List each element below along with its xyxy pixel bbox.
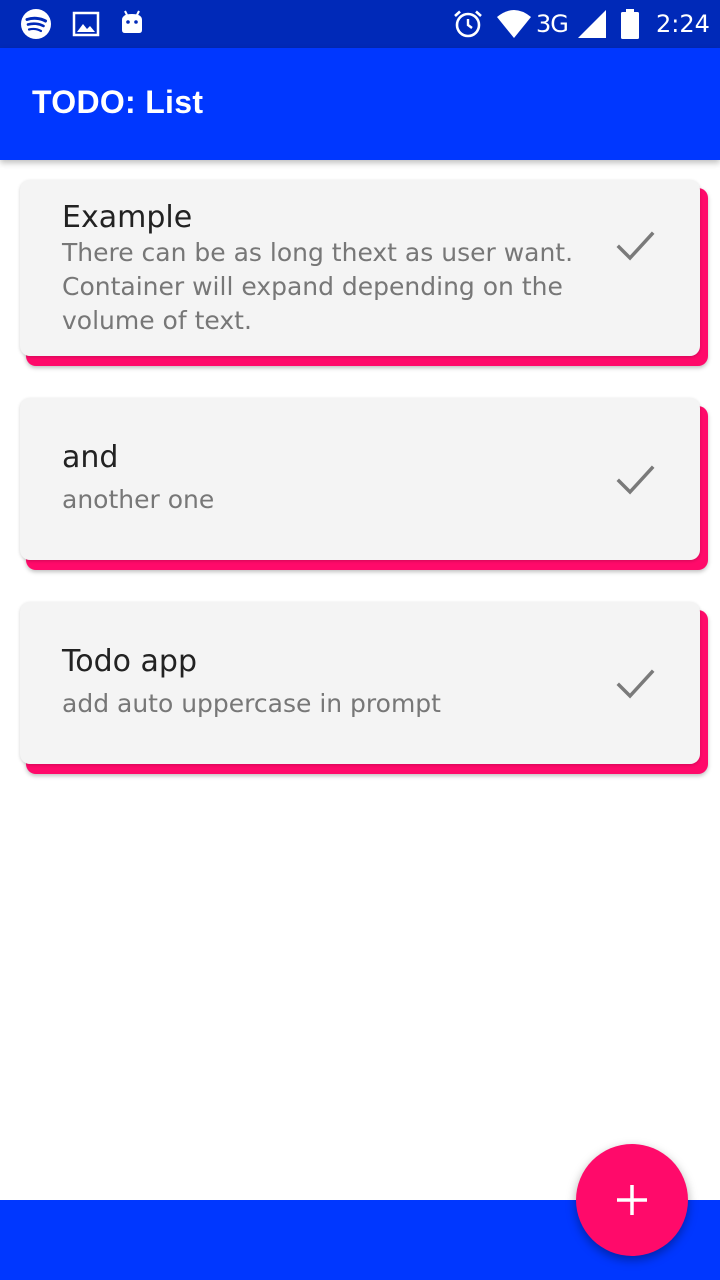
todo-card[interactable]: and another one <box>20 398 708 570</box>
clock-time: 2:24 <box>656 10 710 38</box>
todo-description: There can be as long thext as user want.… <box>62 238 574 335</box>
card-body: Example There can be as long thext as us… <box>20 180 700 356</box>
todo-title: Todo app <box>62 644 197 679</box>
check-icon[interactable] <box>614 224 658 268</box>
wifi-icon <box>497 10 531 38</box>
todo-card[interactable]: Todo app add auto uppercase in prompt <box>20 602 708 774</box>
alarm-icon <box>454 10 482 38</box>
todo-description: add auto uppercase in prompt <box>62 689 441 718</box>
network-type: 3G <box>536 10 569 38</box>
todo-title: and <box>62 440 119 475</box>
add-todo-button[interactable] <box>576 1144 688 1256</box>
signal-icon <box>578 10 606 38</box>
android-icon <box>122 10 142 33</box>
check-icon[interactable] <box>614 458 658 502</box>
image-icon <box>72 11 100 37</box>
status-bar: 3G 2:24 <box>0 0 720 48</box>
todo-description: another one <box>62 485 215 514</box>
check-icon[interactable] <box>614 662 658 706</box>
todo-title: Example <box>62 200 193 235</box>
plus-icon <box>617 1185 647 1215</box>
card-body: Todo app add auto uppercase in prompt <box>20 602 700 764</box>
battery-icon <box>621 9 639 39</box>
page-title: TODO: List <box>32 84 204 120</box>
spotify-icon <box>21 9 51 39</box>
todo-card[interactable]: Example There can be as long thext as us… <box>20 180 708 366</box>
card-body: and another one <box>20 398 700 560</box>
app-bar: TODO: List <box>0 48 720 160</box>
